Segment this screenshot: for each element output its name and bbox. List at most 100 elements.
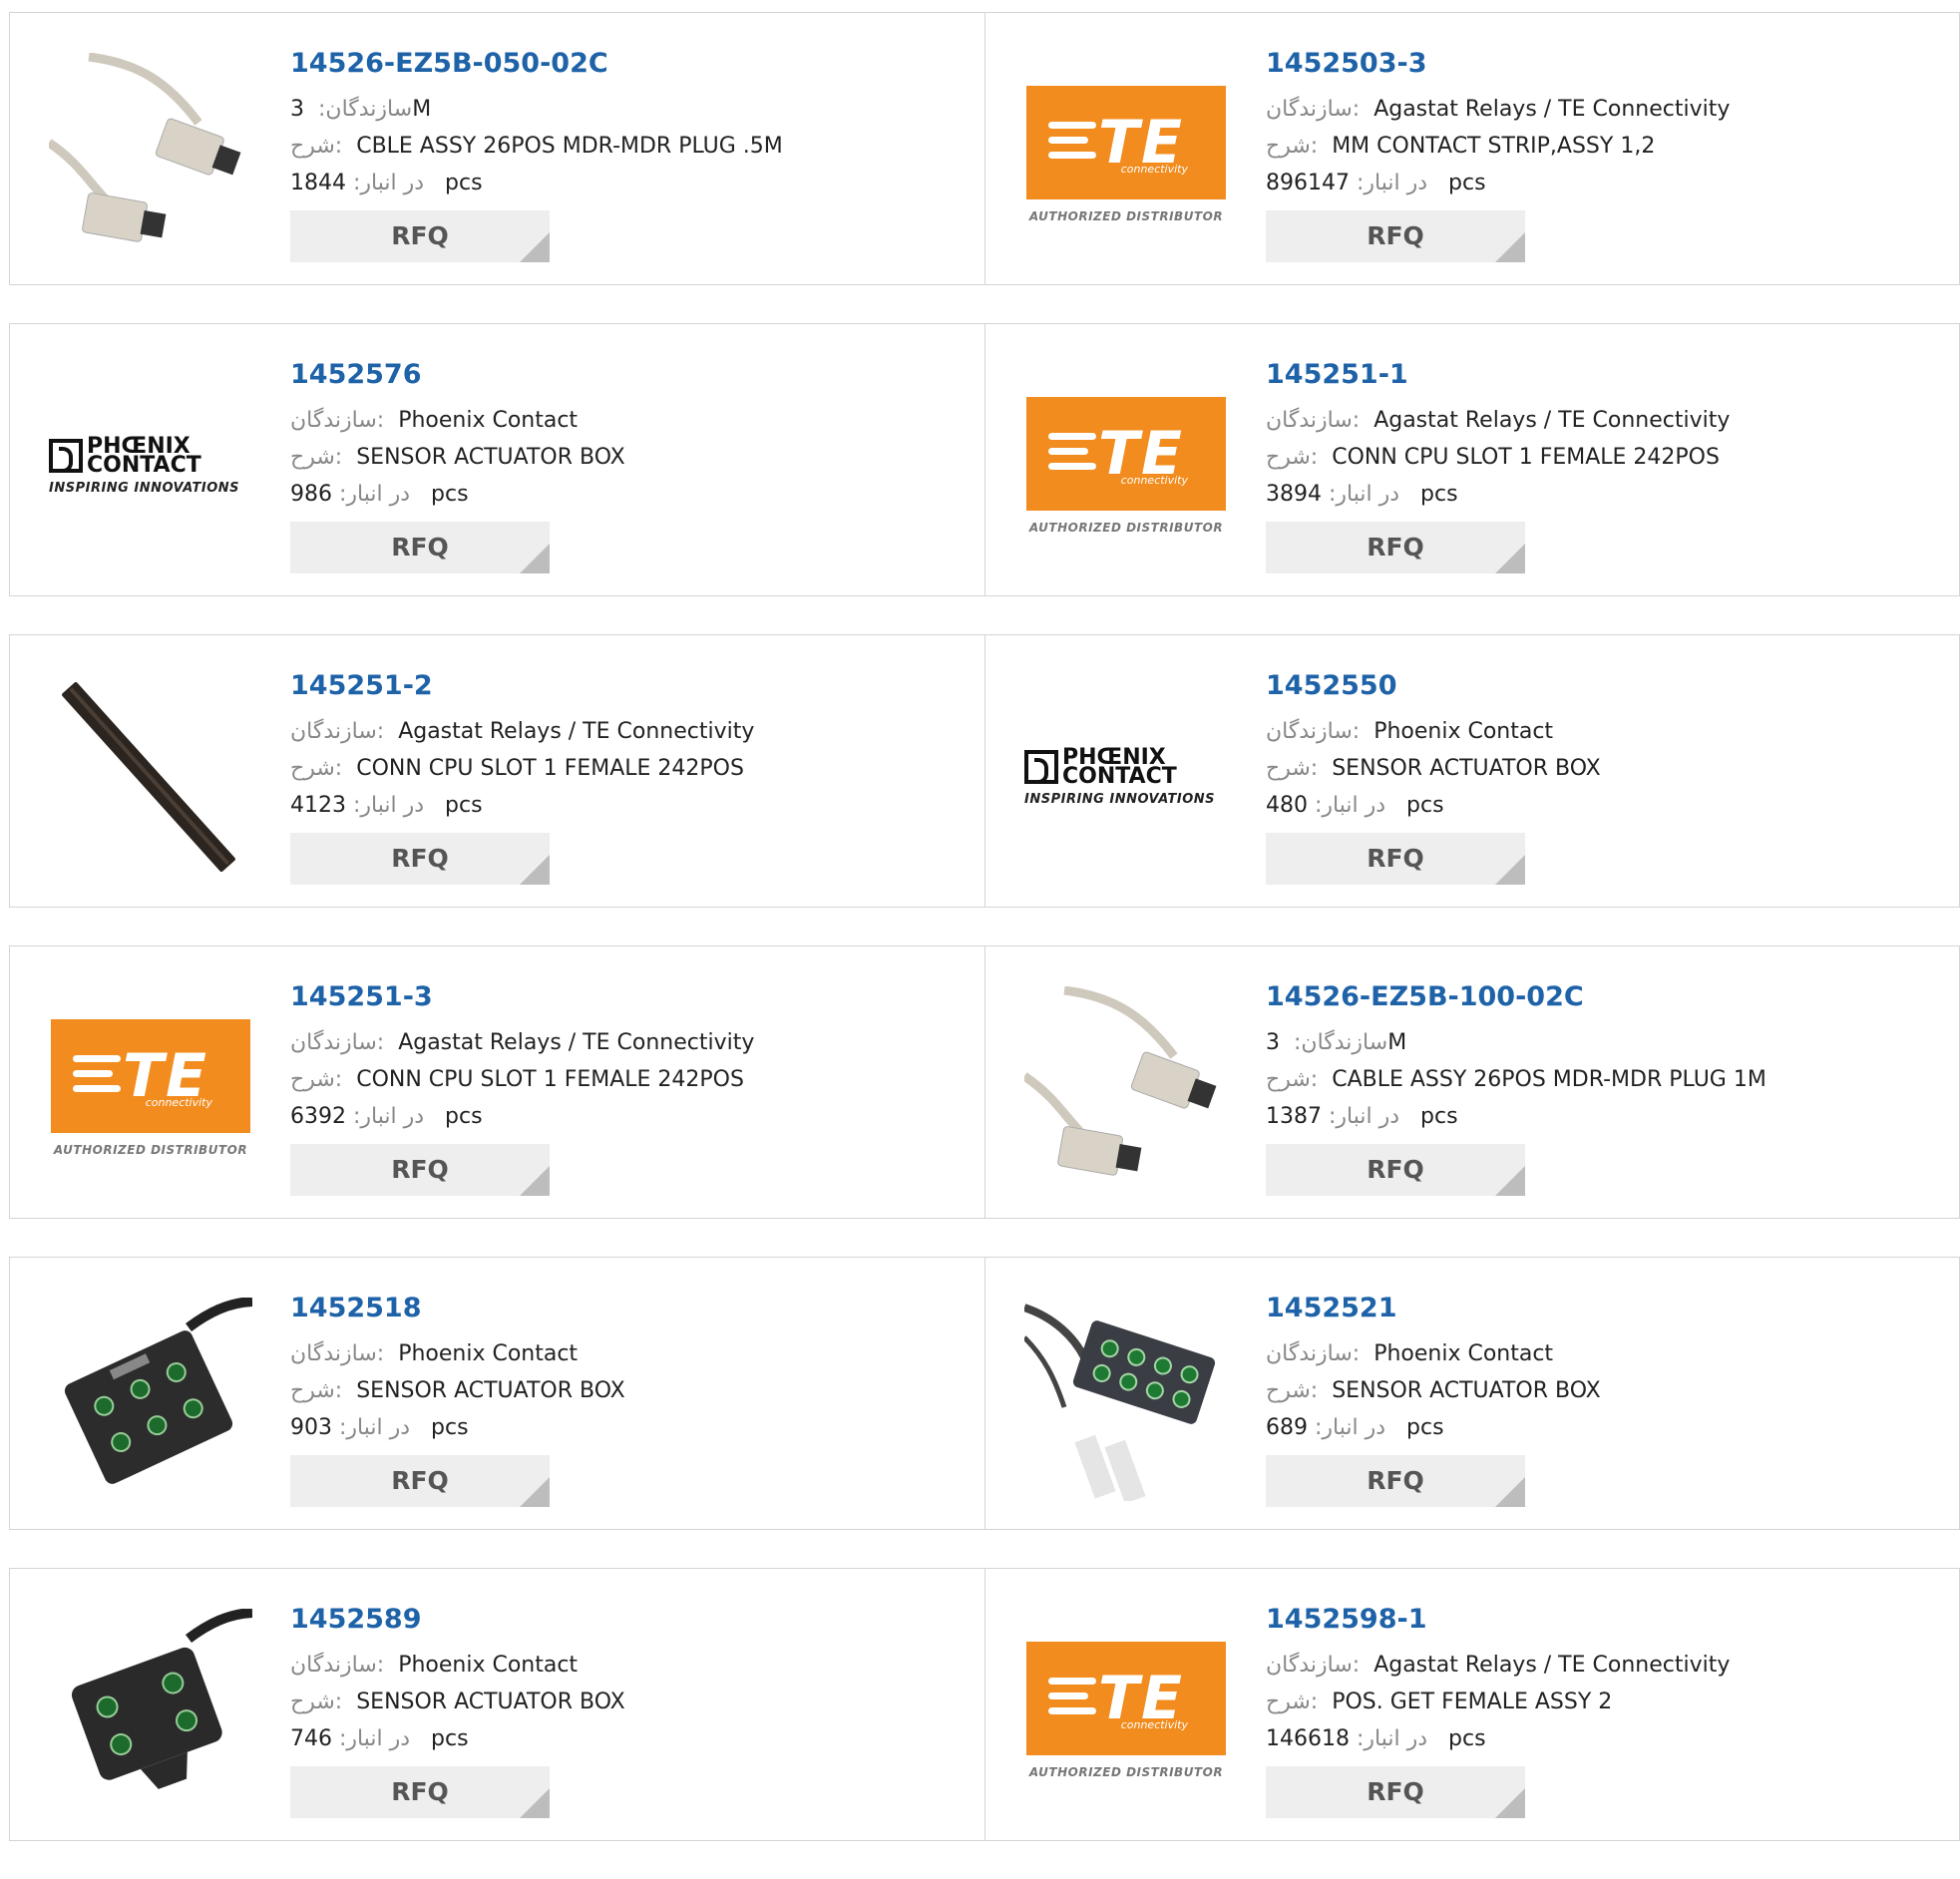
part-number-link[interactable]: 145251-2 xyxy=(290,669,969,705)
product-thumbnail[interactable] xyxy=(49,675,252,879)
stock-label: در انبار xyxy=(346,1415,411,1440)
stock-unit: pcs xyxy=(1448,1726,1486,1751)
corner-triangle-icon xyxy=(520,544,550,573)
stock-value: 1844 xyxy=(290,171,346,195)
rfq-label: RFQ xyxy=(1367,1466,1424,1495)
te-connectivity-logo: TE connectivity AUTHORIZED DISTRIBUTOR xyxy=(1026,1642,1226,1779)
te-connectivity-logo: TE connectivity AUTHORIZED DISTRIBUTOR xyxy=(51,1019,250,1157)
manufacturer-line: سازندگان: Phoenix Contact xyxy=(1266,719,1554,744)
product-thumbnail[interactable]: PHŒNIX CONTACT INSPIRING INNOVATIONS xyxy=(1024,675,1228,879)
rfq-button[interactable]: RFQ xyxy=(1266,1766,1525,1818)
stock-unit: pcs xyxy=(1448,171,1486,195)
stock-unit: pcs xyxy=(431,1726,469,1751)
product-thumbnail[interactable]: TE connectivity AUTHORIZED DISTRIBUTOR xyxy=(1024,53,1228,256)
product-info: 1452576 سازندگان: Phoenix Contact شرح: S… xyxy=(290,358,969,573)
sensor-actuator-box-image xyxy=(64,1298,252,1484)
corner-triangle-icon xyxy=(520,1788,550,1818)
rfq-button[interactable]: RFQ xyxy=(1266,210,1525,262)
rfq-label: RFQ xyxy=(391,1155,449,1184)
product-thumbnail[interactable] xyxy=(1024,1298,1228,1501)
part-number-link[interactable]: 1452503-3 xyxy=(1266,47,1944,83)
stock-unit: pcs xyxy=(445,793,483,818)
stock-label: در انبار xyxy=(360,793,425,818)
stock-unit: pcs xyxy=(431,1415,469,1440)
product-info: 1452503-3 سازندگان: Agastat Relays / TE … xyxy=(1266,47,1944,262)
part-number-link[interactable]: 145251-3 xyxy=(290,980,969,1016)
description-value: SENSOR ACTUATOR BOX xyxy=(356,1378,625,1403)
part-number-link[interactable]: 14526-EZ5B-050-02C xyxy=(290,47,969,83)
stock-label: در انبار xyxy=(346,1726,411,1751)
stock-line: 6392 :در انبار pcs xyxy=(290,1104,483,1129)
product-thumbnail[interactable] xyxy=(49,53,252,256)
product-thumbnail[interactable]: TE connectivity AUTHORIZED DISTRIBUTOR xyxy=(49,986,252,1190)
stock-label: در انبار xyxy=(1364,171,1428,195)
product-row: PHŒNIX CONTACT INSPIRING INNOVATIONS 1452… xyxy=(9,323,1960,596)
manufacturer-value: Phoenix Contact xyxy=(1373,719,1554,744)
part-number-link[interactable]: 1452550 xyxy=(1266,669,1944,705)
description-value: CABLE ASSY 26POS MDR-MDR PLUG 1M xyxy=(1332,1067,1766,1092)
part-number-link[interactable]: 145251-1 xyxy=(1266,358,1944,394)
product-card: 1452589 سازندگان: Phoenix Contact شرح: S… xyxy=(10,1569,984,1840)
product-thumbnail[interactable] xyxy=(1024,986,1228,1190)
part-number-link[interactable]: 1452576 xyxy=(290,358,969,394)
corner-triangle-icon xyxy=(1495,1477,1525,1507)
description-label: شرح xyxy=(1266,1690,1311,1714)
stock-line: 986 :در انبار pcs xyxy=(290,482,469,507)
manufacturer-line: سازندگان: Agastat Relays / TE Connectivi… xyxy=(1266,1653,1731,1678)
manufacturer-line: سازندگان: Phoenix Contact xyxy=(290,1341,579,1366)
manufacturer-value: Agastat Relays / TE Connectivity xyxy=(398,719,755,744)
part-number-link[interactable]: 14526-EZ5B-100-02C xyxy=(1266,980,1944,1016)
description-line: شرح: CONN CPU SLOT 1 FEMALE 242POS xyxy=(290,1067,744,1092)
description-line: شرح: CONN CPU SLOT 1 FEMALE 242POS xyxy=(1266,445,1720,470)
manufacturer-label: سازندگان xyxy=(325,97,413,122)
manufacturer-label: سازندگان xyxy=(290,408,377,433)
rfq-button[interactable]: RFQ xyxy=(290,1766,550,1818)
rfq-button[interactable]: RFQ xyxy=(1266,522,1525,573)
product-card: TE connectivity AUTHORIZED DISTRIBUTOR 1… xyxy=(984,1569,1959,1840)
product-info: 14526-EZ5B-050-02C سازندگان: 3M شرح: CBL… xyxy=(290,47,969,262)
product-thumbnail[interactable] xyxy=(49,1298,252,1501)
description-line: شرح: CBLE ASSY 26POS MDR-MDR PLUG .5M xyxy=(290,134,783,159)
stock-value: 146618 xyxy=(1266,1726,1350,1751)
manufacturer-value: Agastat Relays / TE Connectivity xyxy=(1373,408,1731,433)
product-thumbnail[interactable]: TE connectivity AUTHORIZED DISTRIBUTOR xyxy=(1024,1609,1228,1812)
corner-triangle-icon xyxy=(1495,855,1525,885)
rfq-button[interactable]: RFQ xyxy=(1266,1144,1525,1196)
manufacturer-line: سازندگان: Agastat Relays / TE Connectivi… xyxy=(1266,408,1731,433)
product-info: 145251-3 سازندگان: Agastat Relays / TE C… xyxy=(290,980,969,1196)
description-line: شرح: SENSOR ACTUATOR BOX xyxy=(1266,1378,1601,1403)
product-card: 145251-2 سازندگان: Agastat Relays / TE C… xyxy=(10,635,984,907)
manufacturer-label: سازندگان xyxy=(1266,719,1353,744)
product-row: 1452589 سازندگان: Phoenix Contact شرح: S… xyxy=(9,1568,1960,1841)
corner-triangle-icon xyxy=(520,855,550,885)
part-number-link[interactable]: 1452598-1 xyxy=(1266,1603,1944,1639)
product-card: PHŒNIX CONTACT INSPIRING INNOVATIONS 1452… xyxy=(10,324,984,595)
part-number-link[interactable]: 1452521 xyxy=(1266,1292,1944,1327)
rfq-button[interactable]: RFQ xyxy=(290,1144,550,1196)
rfq-label: RFQ xyxy=(391,844,449,873)
manufacturer-line: سازندگان: 3M xyxy=(290,97,432,122)
part-number-link[interactable]: 1452518 xyxy=(290,1292,969,1327)
te-connectivity-logo: TE connectivity AUTHORIZED DISTRIBUTOR xyxy=(1026,86,1226,223)
stock-line: 903 :در انبار pcs xyxy=(290,1415,469,1440)
stock-unit: pcs xyxy=(431,482,469,507)
manufacturer-label: سازندگان xyxy=(290,1653,377,1678)
description-value: CONN CPU SLOT 1 FEMALE 242POS xyxy=(356,756,744,781)
rfq-button[interactable]: RFQ xyxy=(290,833,550,885)
product-thumbnail[interactable]: PHŒNIX CONTACT INSPIRING INNOVATIONS xyxy=(49,364,252,567)
rfq-button[interactable]: RFQ xyxy=(1266,1455,1525,1507)
product-row: 14526-EZ5B-050-02C سازندگان: 3M شرح: CBL… xyxy=(9,12,1960,285)
rfq-label: RFQ xyxy=(1367,533,1424,562)
description-label: شرح xyxy=(1266,1067,1311,1092)
part-number-link[interactable]: 1452589 xyxy=(290,1603,969,1639)
rfq-button[interactable]: RFQ xyxy=(290,1455,550,1507)
product-thumbnail[interactable] xyxy=(49,1609,252,1812)
manufacturer-line: سازندگان: Phoenix Contact xyxy=(290,1653,579,1678)
rfq-button[interactable]: RFQ xyxy=(290,210,550,262)
stock-line: 4123 :در انبار pcs xyxy=(290,793,483,818)
rfq-button[interactable]: RFQ xyxy=(290,522,550,573)
rfq-label: RFQ xyxy=(391,221,449,250)
product-thumbnail[interactable]: TE connectivity AUTHORIZED DISTRIBUTOR xyxy=(1024,364,1228,567)
rfq-button[interactable]: RFQ xyxy=(1266,833,1525,885)
manufacturer-label: سازندگان xyxy=(1266,408,1353,433)
